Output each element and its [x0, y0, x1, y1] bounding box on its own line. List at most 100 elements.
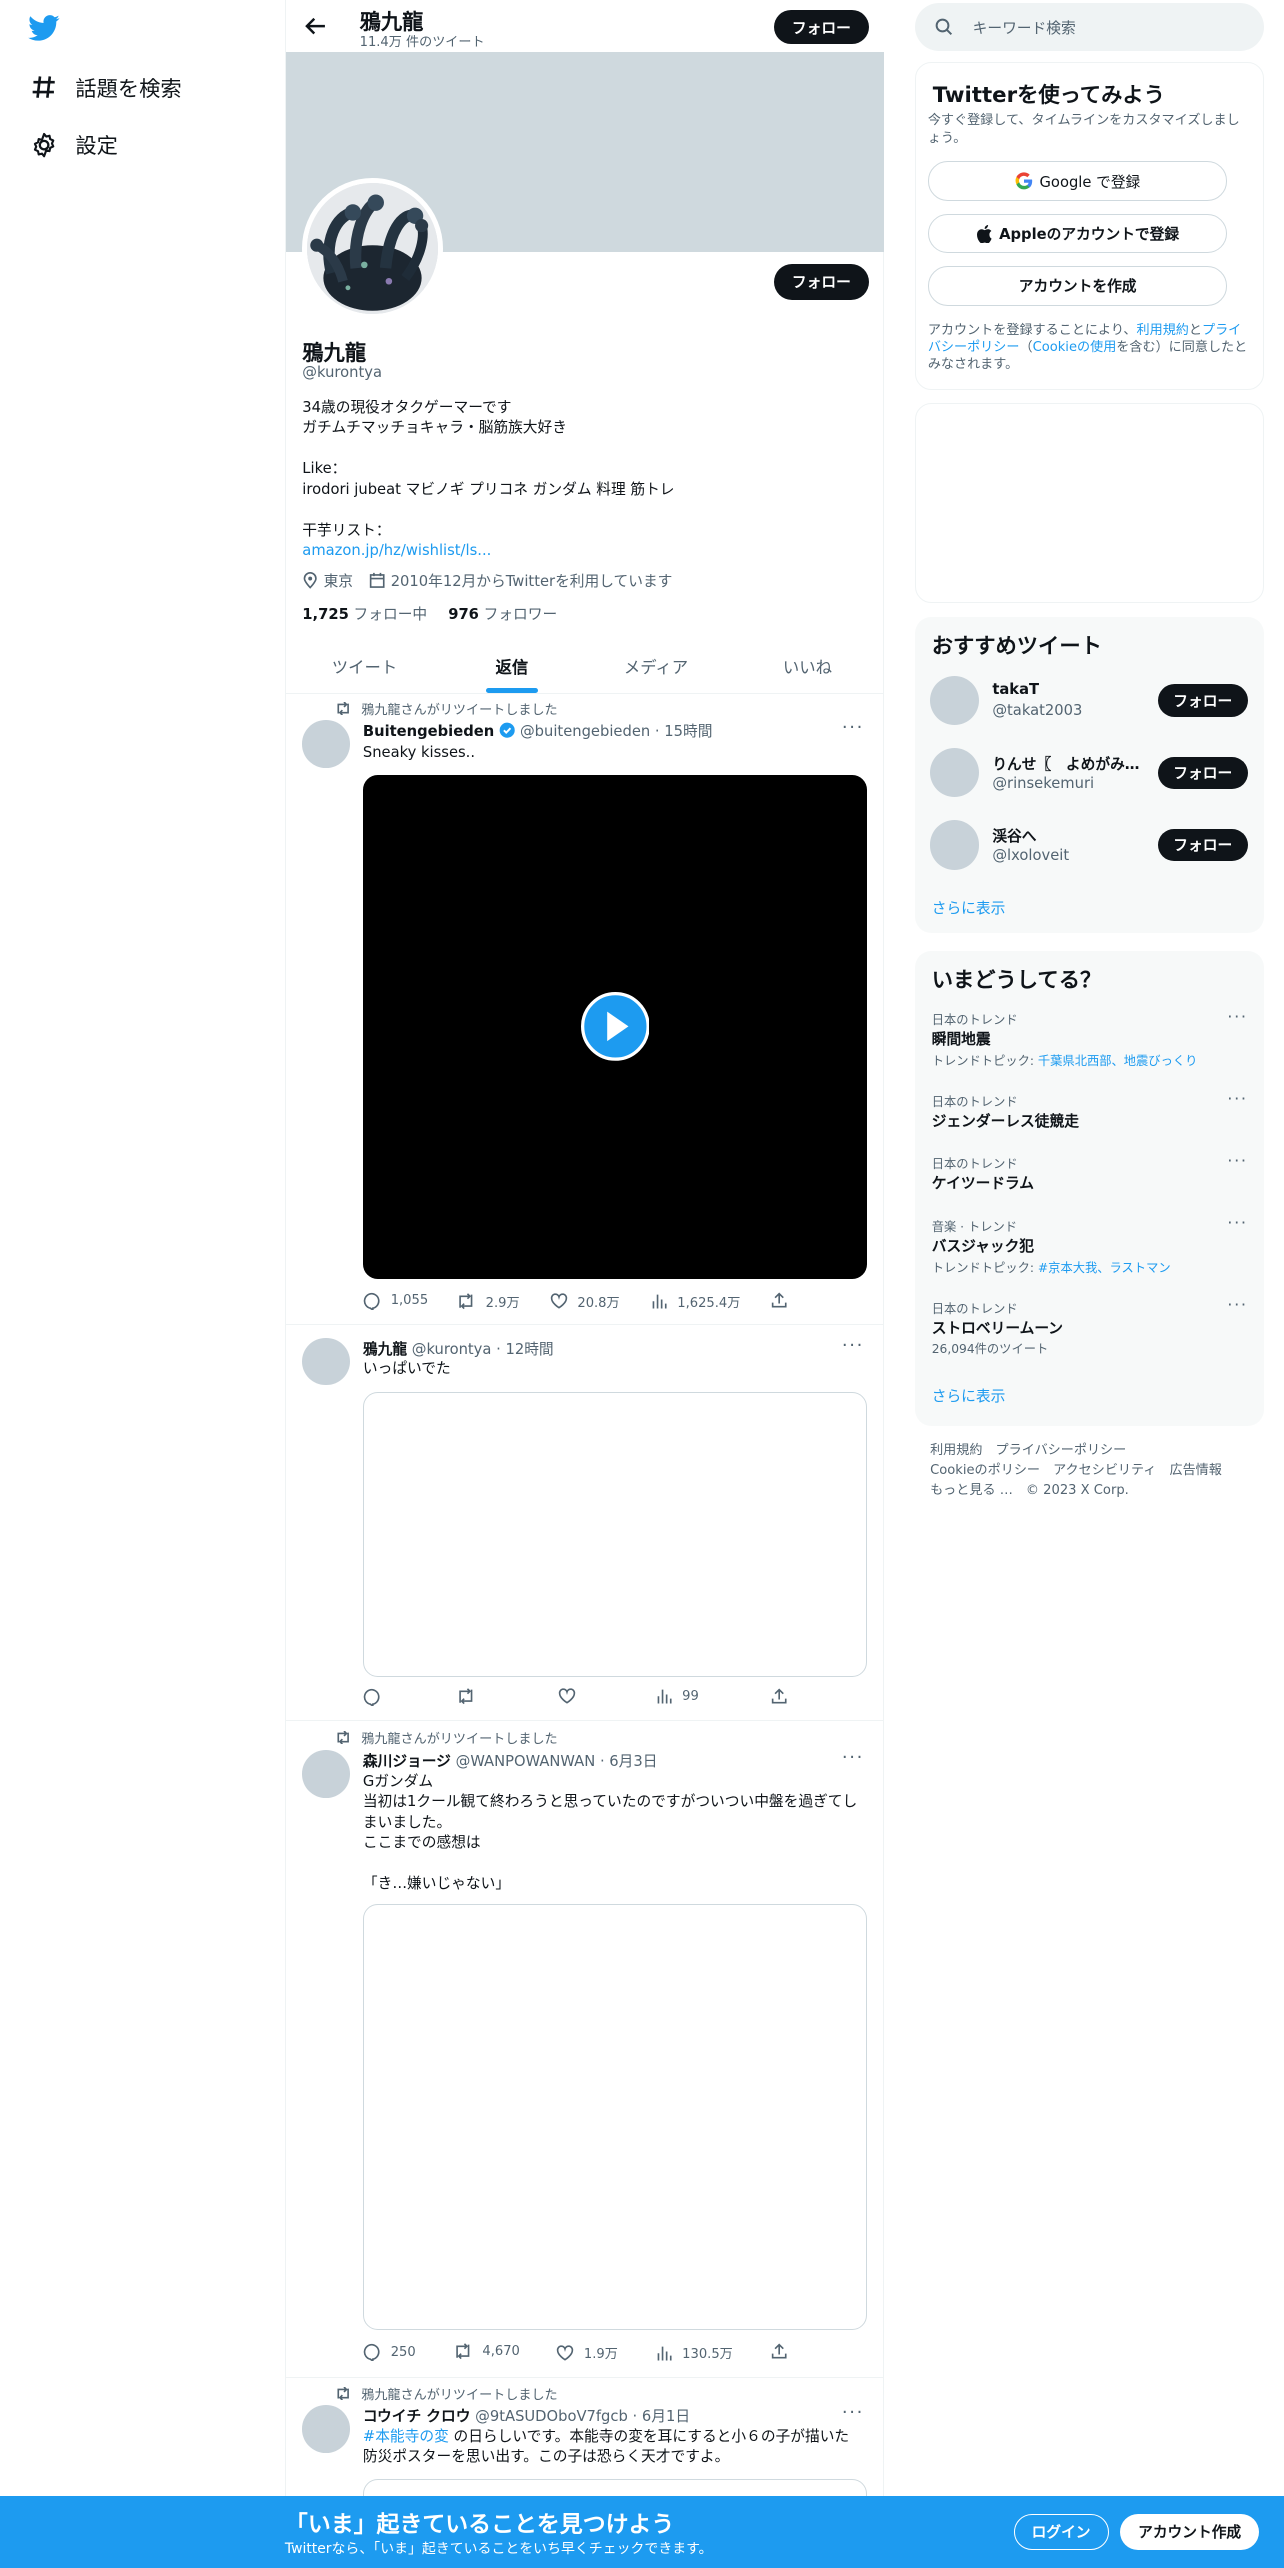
trend-name[interactable]: 瞬間地震: [932, 1028, 991, 1049]
bio-wishlist-label: 干芋リスト：: [302, 521, 391, 539]
retweet-button[interactable]: 2.9万: [456, 1292, 520, 1311]
following-link[interactable]: 1,725 フォロー中: [302, 606, 427, 623]
nav-settings[interactable]: 設定: [29, 129, 118, 160]
tab-tweets[interactable]: ツイート: [286, 639, 443, 695]
more-options-icon[interactable]: ···: [1227, 1151, 1248, 1170]
tab-likes[interactable]: いいね: [731, 639, 883, 695]
reply-button[interactable]: 250: [363, 2343, 416, 2362]
tweet[interactable]: 鴉九龍 @kurontya · 12時間 ··· いっぱいでた 99: [285, 1325, 884, 1721]
terms-link[interactable]: 利用規約: [1137, 323, 1189, 338]
twitter-logo-icon[interactable]: [27, 14, 61, 41]
location-icon: [303, 572, 318, 589]
tweet-time[interactable]: · 15時間: [655, 723, 713, 740]
like-button[interactable]: [558, 1688, 586, 1704]
like-button[interactable]: 20.8万: [550, 1292, 620, 1311]
google-signup-button[interactable]: Google で登録: [927, 161, 1228, 201]
trend-name[interactable]: ケイツードラム: [932, 1172, 1034, 1193]
profile-follow-button[interactable]: フォロー: [773, 263, 869, 300]
retweet-button[interactable]: 4,670: [453, 2343, 520, 2360]
author-name[interactable]: 鴉九龍: [363, 1341, 407, 1358]
tab-replies[interactable]: 返信: [443, 639, 581, 695]
rec-follow-button[interactable]: フォロー: [1157, 756, 1248, 790]
footer-links[interactable]: もっと見る … © 2023 X Corp.: [930, 1479, 1129, 1498]
bio-line: 34歳の現役オタクゲーマーです: [302, 398, 512, 416]
signup-button[interactable]: アカウント作成: [1120, 2513, 1260, 2550]
more-options-icon[interactable]: ···: [1227, 1007, 1248, 1026]
trend-name[interactable]: バスジャック犯: [932, 1235, 1034, 1256]
rec-follow-button[interactable]: フォロー: [1157, 828, 1248, 862]
profile-joined: 2010年12月からTwitterを利用しています: [390, 572, 673, 590]
rec-user-name[interactable]: りんせ〖 よめがみ…: [992, 753, 1148, 774]
tweet-media[interactable]: [362, 1904, 868, 2331]
more-options-icon[interactable]: ···: [1227, 1089, 1248, 1108]
trend-name[interactable]: ジェンダーレス徒競走: [932, 1110, 1079, 1131]
tweet-media[interactable]: [362, 1391, 868, 1677]
author-name[interactable]: 森川ジョージ: [363, 1753, 451, 1770]
avatar[interactable]: [930, 676, 980, 726]
profile-avatar[interactable]: [302, 178, 444, 320]
trend-name[interactable]: ストロベリームーン: [932, 1317, 1063, 1338]
tweet-header: コウイチ クロウ @9tASUDOboV7fgcb · 6月1日: [363, 2405, 690, 2426]
tweet-time[interactable]: · 6月1日: [633, 2408, 691, 2425]
followers-link[interactable]: 976 フォロワー: [448, 606, 557, 623]
cookie-link[interactable]: Cookieの使用: [1033, 340, 1117, 355]
author-name[interactable]: コウイチ クロウ: [363, 2408, 471, 2425]
rec-user-name[interactable]: takaT: [992, 681, 1039, 698]
bio-line: ガチムチマッチョキャラ・脳筋族大好き: [302, 419, 567, 437]
play-icon[interactable]: [580, 992, 650, 1062]
views-button[interactable]: 99: [656, 1688, 699, 1704]
login-button[interactable]: ログイン: [1013, 2513, 1109, 2550]
trend-topic-link[interactable]: #京本大我、ラストマン: [1038, 1261, 1171, 1275]
share-button[interactable]: [771, 1292, 797, 1308]
show-more-link[interactable]: さらに表示: [932, 1385, 1006, 1406]
avatar[interactable]: [930, 820, 980, 870]
retweet-button[interactable]: [456, 1688, 485, 1705]
share-button[interactable]: [771, 2343, 797, 2359]
trend-category: 音楽 · トレンド: [931, 1219, 1018, 1234]
like-button[interactable]: 1.9万: [556, 2343, 618, 2362]
more-options-icon[interactable]: ···: [842, 1747, 864, 1768]
tweet-text-line: 「き…嫌いじゃない」: [362, 1875, 511, 1893]
avatar[interactable]: [302, 1750, 350, 1798]
signup-card: Twitterを使ってみよう 今すぐ登録して、タイムラインをカスタマイズしましょ…: [915, 62, 1265, 390]
back-arrow-icon[interactable]: [302, 13, 328, 39]
tab-media[interactable]: メディア: [581, 639, 732, 695]
avatar[interactable]: [302, 1337, 350, 1386]
heart-icon: [558, 1688, 575, 1704]
apple-signup-button[interactable]: Appleのアカウントで登録: [927, 213, 1228, 254]
bio-wishlist-link[interactable]: amazon.jp/hz/wishlist/ls...: [302, 541, 859, 561]
hashtag-link[interactable]: #本能寺の変: [363, 2428, 449, 2445]
footer-links[interactable]: 利用規約 プライバシーポリシー: [930, 1439, 1126, 1458]
more-options-icon[interactable]: ···: [1227, 1295, 1248, 1314]
reply-button[interactable]: [363, 1688, 391, 1707]
rec-follow-button[interactable]: フォロー: [1157, 684, 1248, 718]
rec-user-name[interactable]: 渓谷へ: [992, 825, 1036, 846]
author-name[interactable]: Buitengebieden: [363, 723, 494, 740]
views-button[interactable]: 130.5万: [656, 2343, 733, 2362]
more-options-icon[interactable]: ···: [842, 717, 864, 738]
trends-title: いまどうしてる？: [931, 967, 1102, 993]
nav-explore[interactable]: 話題を検索: [29, 72, 182, 103]
tweet[interactable]: 鴉九龍さんがリツイートしました 森川ジョージ @WANPOWANWAN · 6月…: [285, 1721, 884, 2378]
header-follow-button[interactable]: フォロー: [773, 9, 869, 45]
create-account-button[interactable]: アカウントを作成: [927, 266, 1228, 306]
avatar[interactable]: [302, 2405, 350, 2453]
avatar[interactable]: [302, 720, 350, 768]
more-options-icon[interactable]: ···: [842, 1335, 864, 1356]
search-box[interactable]: キーワード検索: [915, 3, 1265, 51]
trend-topic-link[interactable]: 千葉県北西部、地震びっくり: [1038, 1054, 1197, 1068]
tweet[interactable]: 鴉九龍さんがリツイートしました Buitengebieden @buitenge…: [285, 694, 884, 1325]
more-options-icon[interactable]: ···: [1227, 1213, 1248, 1232]
show-more-link[interactable]: さらに表示: [932, 897, 1006, 918]
verified-badge-icon: [499, 722, 515, 738]
empty-card: [915, 402, 1265, 603]
tweet-time[interactable]: · 6月3日: [600, 1753, 658, 1770]
share-button[interactable]: [771, 1688, 797, 1704]
views-button[interactable]: 1,625.4万: [651, 1292, 740, 1311]
footer-links[interactable]: Cookieのポリシー アクセシビリティ 広告情報: [930, 1459, 1222, 1478]
avatar[interactable]: [930, 748, 980, 798]
tweet-time[interactable]: · 12時間: [496, 1341, 554, 1358]
more-options-icon[interactable]: ···: [842, 2402, 864, 2423]
video-player[interactable]: [362, 774, 868, 1279]
reply-button[interactable]: 1,055: [363, 1292, 428, 1310]
